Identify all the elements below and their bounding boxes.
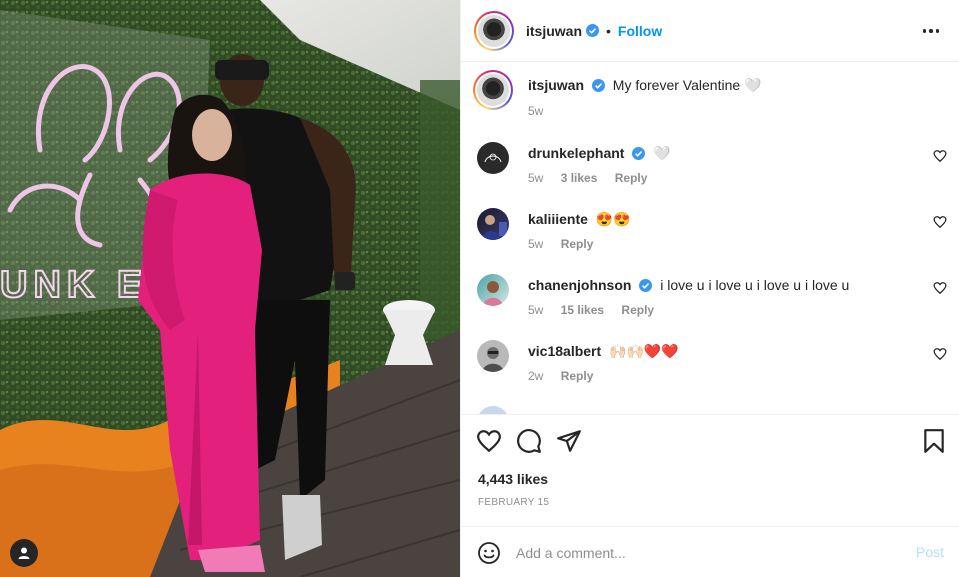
comment-icon[interactable] (516, 428, 542, 454)
likes-count[interactable]: 4,443 likes (478, 471, 548, 487)
comment-text: 🙌🏻🙌🏻❤️❤️ (609, 343, 679, 359)
comment-like-heart-icon[interactable] (933, 215, 947, 229)
reply-button[interactable]: Reply (621, 303, 654, 317)
comment-input[interactable] (516, 540, 896, 566)
comment-username[interactable]: drunkelephant (528, 145, 624, 161)
comment-avatar[interactable] (477, 208, 509, 240)
comment-text: 😍😍 (595, 211, 631, 227)
verified-badge-icon (586, 24, 600, 37)
follow-button[interactable]: Follow (618, 23, 662, 39)
post-comment-button[interactable]: Post (916, 544, 944, 560)
comment-text: i love u i love u i love u i love u (660, 277, 850, 293)
post-actions: 4,443 likes FEBRUARY 15 (461, 414, 959, 526)
caption-username[interactable]: itsjuwan (528, 77, 584, 93)
comment-username[interactable]: chanenjohnson (528, 277, 631, 293)
author-username[interactable]: itsjuwan (526, 23, 582, 39)
share-icon[interactable] (556, 428, 582, 454)
comment-age: 5w (528, 303, 544, 317)
comment-likes[interactable]: 3 likes (561, 171, 598, 185)
comment-like-heart-icon[interactable] (933, 347, 947, 361)
comment-age: 5w (528, 171, 544, 185)
comment-age: 5w (528, 237, 544, 251)
comment-text: 🤍 (653, 145, 671, 161)
user-tag-icon[interactable] (10, 539, 38, 567)
verified-badge-icon (639, 279, 653, 292)
separator-dot: • (606, 22, 611, 39)
verified-badge-icon (591, 79, 605, 92)
reply-button[interactable]: Reply (561, 237, 594, 251)
caption-text: My forever Valentine 🤍 (612, 77, 762, 93)
caption-age: 5w (528, 104, 544, 118)
post-header: itsjuwan • Follow (461, 0, 959, 62)
verified-badge-icon (632, 147, 646, 160)
post-side-panel: itsjuwan • Follow itsjuwan My forever Va… (460, 0, 959, 577)
comment-avatar[interactable] (477, 406, 509, 414)
comments-list[interactable]: itsjuwan My forever Valentine 🤍 5w drunk… (461, 62, 959, 414)
author-avatar[interactable] (474, 10, 514, 51)
comment-like-heart-icon[interactable] (933, 281, 947, 295)
comment-like-heart-icon[interactable] (933, 149, 947, 163)
bookmark-icon[interactable] (921, 428, 947, 454)
reply-button[interactable]: Reply (615, 171, 648, 185)
comment-likes[interactable]: 15 likes (561, 303, 604, 317)
comment-composer: Post (461, 526, 959, 577)
comment-avatar[interactable] (477, 142, 509, 174)
comment-username[interactable]: kaliiiente (528, 211, 588, 227)
caption-author-avatar[interactable] (473, 70, 513, 110)
comment-avatar[interactable] (477, 340, 509, 372)
reply-button[interactable]: Reply (561, 369, 594, 383)
emoji-icon[interactable] (477, 541, 501, 565)
heart-icon[interactable] (476, 428, 502, 454)
post-date: FEBRUARY 15 (478, 497, 550, 508)
post-photo-illustration: UNK EL (0, 0, 460, 577)
more-options-icon[interactable] (922, 22, 940, 40)
comment-avatar[interactable] (477, 274, 509, 306)
comment-username[interactable]: vic18albert (528, 343, 601, 359)
post-photo[interactable]: UNK EL (0, 0, 460, 577)
comment-age: 2w (528, 369, 544, 383)
